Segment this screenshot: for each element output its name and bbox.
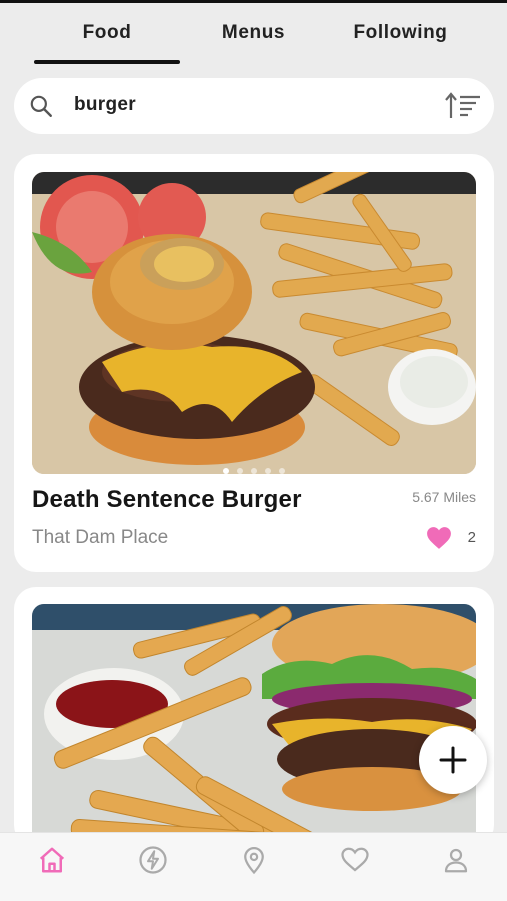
page-dot <box>237 468 243 474</box>
heart-outline-icon[interactable] <box>340 845 370 875</box>
active-tab-indicator <box>34 60 180 64</box>
page-dot <box>279 468 285 474</box>
distance-label: 5.67 Miles <box>412 489 476 505</box>
heart-icon[interactable] <box>426 526 452 550</box>
profile-icon[interactable] <box>441 845 471 875</box>
restaurant-name[interactable]: That Dam Place <box>32 527 168 549</box>
page-dot <box>223 468 229 474</box>
tab-food[interactable]: Food <box>34 18 180 48</box>
tab-menus[interactable]: Menus <box>180 18 327 48</box>
sort-icon[interactable] <box>444 91 482 121</box>
search-bar[interactable]: burger <box>14 78 494 134</box>
likes-count: 2 <box>467 529 476 546</box>
burger-fries-image <box>32 172 476 474</box>
food-card[interactable]: Death Sentence Burger 5.67 Miles That Da… <box>14 154 494 572</box>
add-button[interactable] <box>419 726 487 794</box>
search-input[interactable]: burger <box>74 94 136 116</box>
home-icon[interactable] <box>37 845 67 875</box>
food-photo[interactable] <box>32 172 476 474</box>
food-photo[interactable] <box>32 604 476 847</box>
food-title[interactable]: Death Sentence Burger <box>32 486 302 514</box>
tab-following[interactable]: Following <box>327 18 474 48</box>
map-pin-icon[interactable] <box>239 845 269 875</box>
photo-pagination <box>32 468 476 474</box>
bottom-nav <box>0 832 507 901</box>
page-dot <box>251 468 257 474</box>
plus-icon <box>439 746 467 774</box>
page-dot <box>265 468 271 474</box>
search-icon <box>30 95 52 117</box>
top-tabs: Food Menus Following <box>0 0 507 70</box>
burger-fries-image <box>32 604 476 847</box>
bolt-icon[interactable] <box>138 845 168 875</box>
food-card[interactable] <box>14 587 494 847</box>
